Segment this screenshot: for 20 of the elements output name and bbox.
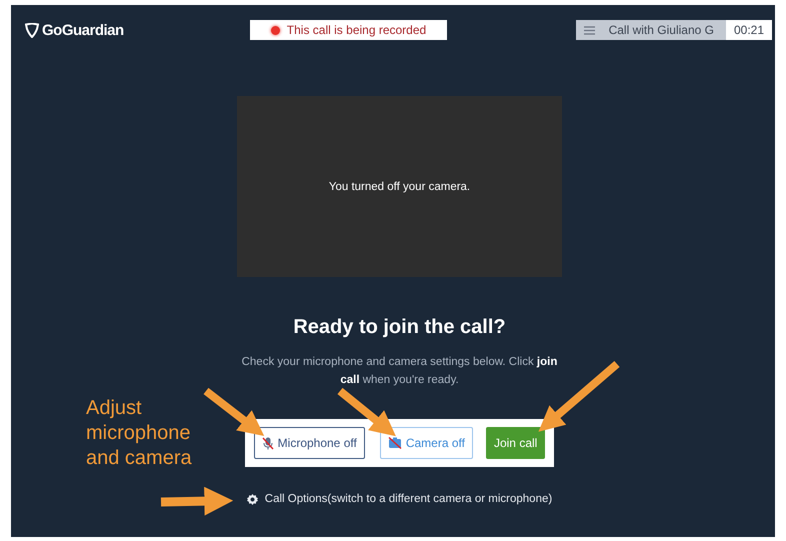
join-heading: Ready to join the call? <box>293 316 506 339</box>
logo-text: GoGuardian <box>42 22 124 38</box>
camera-muted-icon <box>388 437 402 449</box>
shield-logo-icon <box>25 22 39 38</box>
menu-icon <box>584 26 595 34</box>
annotation-text: Adjust microphone and camera <box>86 396 193 471</box>
gear-icon <box>246 494 258 504</box>
call-timer: 00:21 <box>726 20 772 40</box>
annotation-arrow <box>204 388 264 436</box>
recording-dot-icon <box>270 26 280 34</box>
camera-off-message: You turned off your camera. <box>328 180 470 192</box>
camera-button[interactable]: Camera off <box>380 427 473 459</box>
annotation-arrow <box>337 388 396 436</box>
call-menu-button[interactable]: Call with Giuliano G <box>576 20 726 40</box>
microphone-muted-icon <box>262 436 274 450</box>
join-call-button[interactable]: Join call <box>486 427 546 459</box>
call-options-link[interactable]: Call Options(switch to a different camera or microphone) <box>246 493 552 505</box>
instructions-text: Check your microphone and camera settings below. Click join call when you're ready. <box>240 355 558 388</box>
microphone-button[interactable]: Microphone off <box>254 427 365 459</box>
recording-notice: This call is being recorded <box>286 23 426 37</box>
